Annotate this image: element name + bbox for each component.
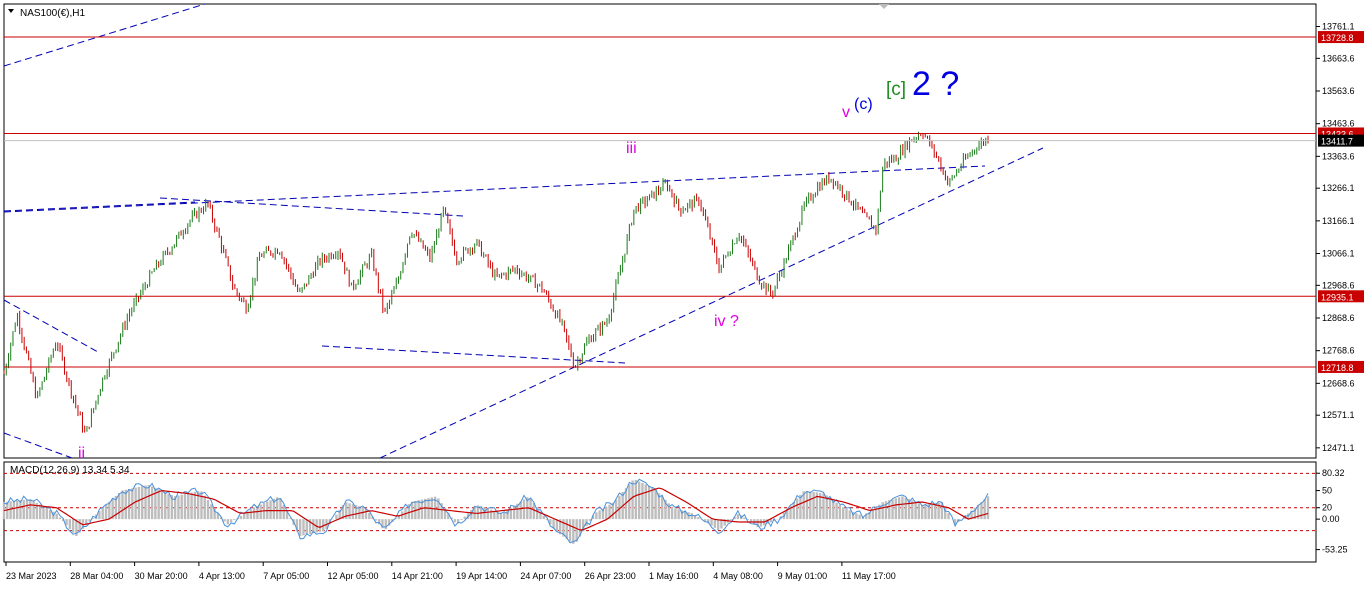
y-tick-label: 13166.1 [1322, 216, 1355, 226]
scroll-marker-icon [879, 4, 889, 9]
x-tick-label: 28 Mar 04:00 [70, 571, 123, 581]
chart-svg[interactable]: 13728.813433.612935.112718.813411.7 iiii… [0, 0, 1366, 588]
x-tick-label: 4 Apr 13:00 [199, 571, 245, 581]
wave-label: 2 ? [912, 65, 959, 103]
symbol-menu-triangle-icon[interactable] [8, 9, 14, 13]
price-level-label: 12718.8 [1321, 363, 1354, 373]
y-tick-label: 13663.6 [1322, 53, 1355, 63]
macd-y-tick-label: 20 [1322, 503, 1332, 513]
x-tick-label: 19 Apr 14:00 [456, 571, 507, 581]
trend-line-7 [379, 147, 1044, 459]
wave-label: v [842, 104, 850, 121]
y-tick-label: 12668.6 [1322, 378, 1355, 388]
x-tick-label: 9 May 01:00 [778, 571, 828, 581]
y-tick-label: 12768.6 [1322, 346, 1355, 356]
x-tick-label: 26 Apr 23:00 [585, 571, 636, 581]
y-tick-label: 13363.6 [1322, 151, 1355, 161]
y-tick-label: 13266.1 [1322, 183, 1355, 193]
wave-label: iii [626, 140, 637, 157]
y-tick-label: 13761.1 [1322, 22, 1355, 32]
macd-y-tick-label: -53.25 [1322, 545, 1348, 555]
y-tick-label: 13563.6 [1322, 86, 1355, 96]
macd-y-tick-label: 0.00 [1322, 514, 1340, 524]
current-price-label: 13411.7 [1321, 137, 1353, 147]
y-tick-label: 12968.6 [1322, 280, 1355, 290]
y-tick-label: 12868.6 [1322, 313, 1355, 323]
macd-y-tick-label: 50 [1322, 486, 1332, 496]
x-tick-label: 11 May 17:00 [842, 571, 896, 581]
y-tick-label: 12471.1 [1322, 443, 1355, 453]
chart-window: 13728.8 13433.6 12935.1 12718.8 13411.7 ii ii… [0, 0, 1366, 588]
wave-label: (c) [854, 96, 873, 113]
x-tick-label: 7 Apr 05:00 [263, 571, 309, 581]
x-tick-label: 1 May 16:00 [649, 571, 699, 581]
trend-line-4 [3, 432, 73, 459]
main-panel-frame [3, 3, 1317, 459]
x-tick-label: 14 Apr 21:00 [392, 571, 443, 581]
wave-label: [c] [886, 79, 906, 100]
x-tick-label: 24 Apr 07:00 [520, 571, 571, 581]
x-tick-label: 4 May 08:00 [713, 571, 763, 581]
price-level-label: 12935.1 [1321, 292, 1354, 302]
price-level-label: 13728.8 [1321, 33, 1354, 43]
macd-y-tick-label: 80.32 [1322, 468, 1345, 478]
wave-label: ii [78, 445, 85, 462]
y-tick-label: 13066.1 [1322, 249, 1355, 259]
symbol-header: NAS100(€),H1 [20, 8, 85, 19]
y-tick-label: 12571.1 [1322, 410, 1355, 420]
trend-line-3 [3, 299, 99, 353]
y-tick-label: 13463.6 [1322, 119, 1355, 129]
trend-line-5 [321, 345, 626, 364]
x-tick-label: 23 Mar 2023 [6, 571, 57, 581]
x-tick-label: 30 Mar 20:00 [135, 571, 188, 581]
macd-header: MACD(12,26,9) 13.34 5.34 [10, 465, 130, 476]
trend-line-1 [3, 201, 196, 212]
x-tick-label: 12 Apr 05:00 [328, 571, 379, 581]
wave-label: iv ? [714, 313, 739, 330]
